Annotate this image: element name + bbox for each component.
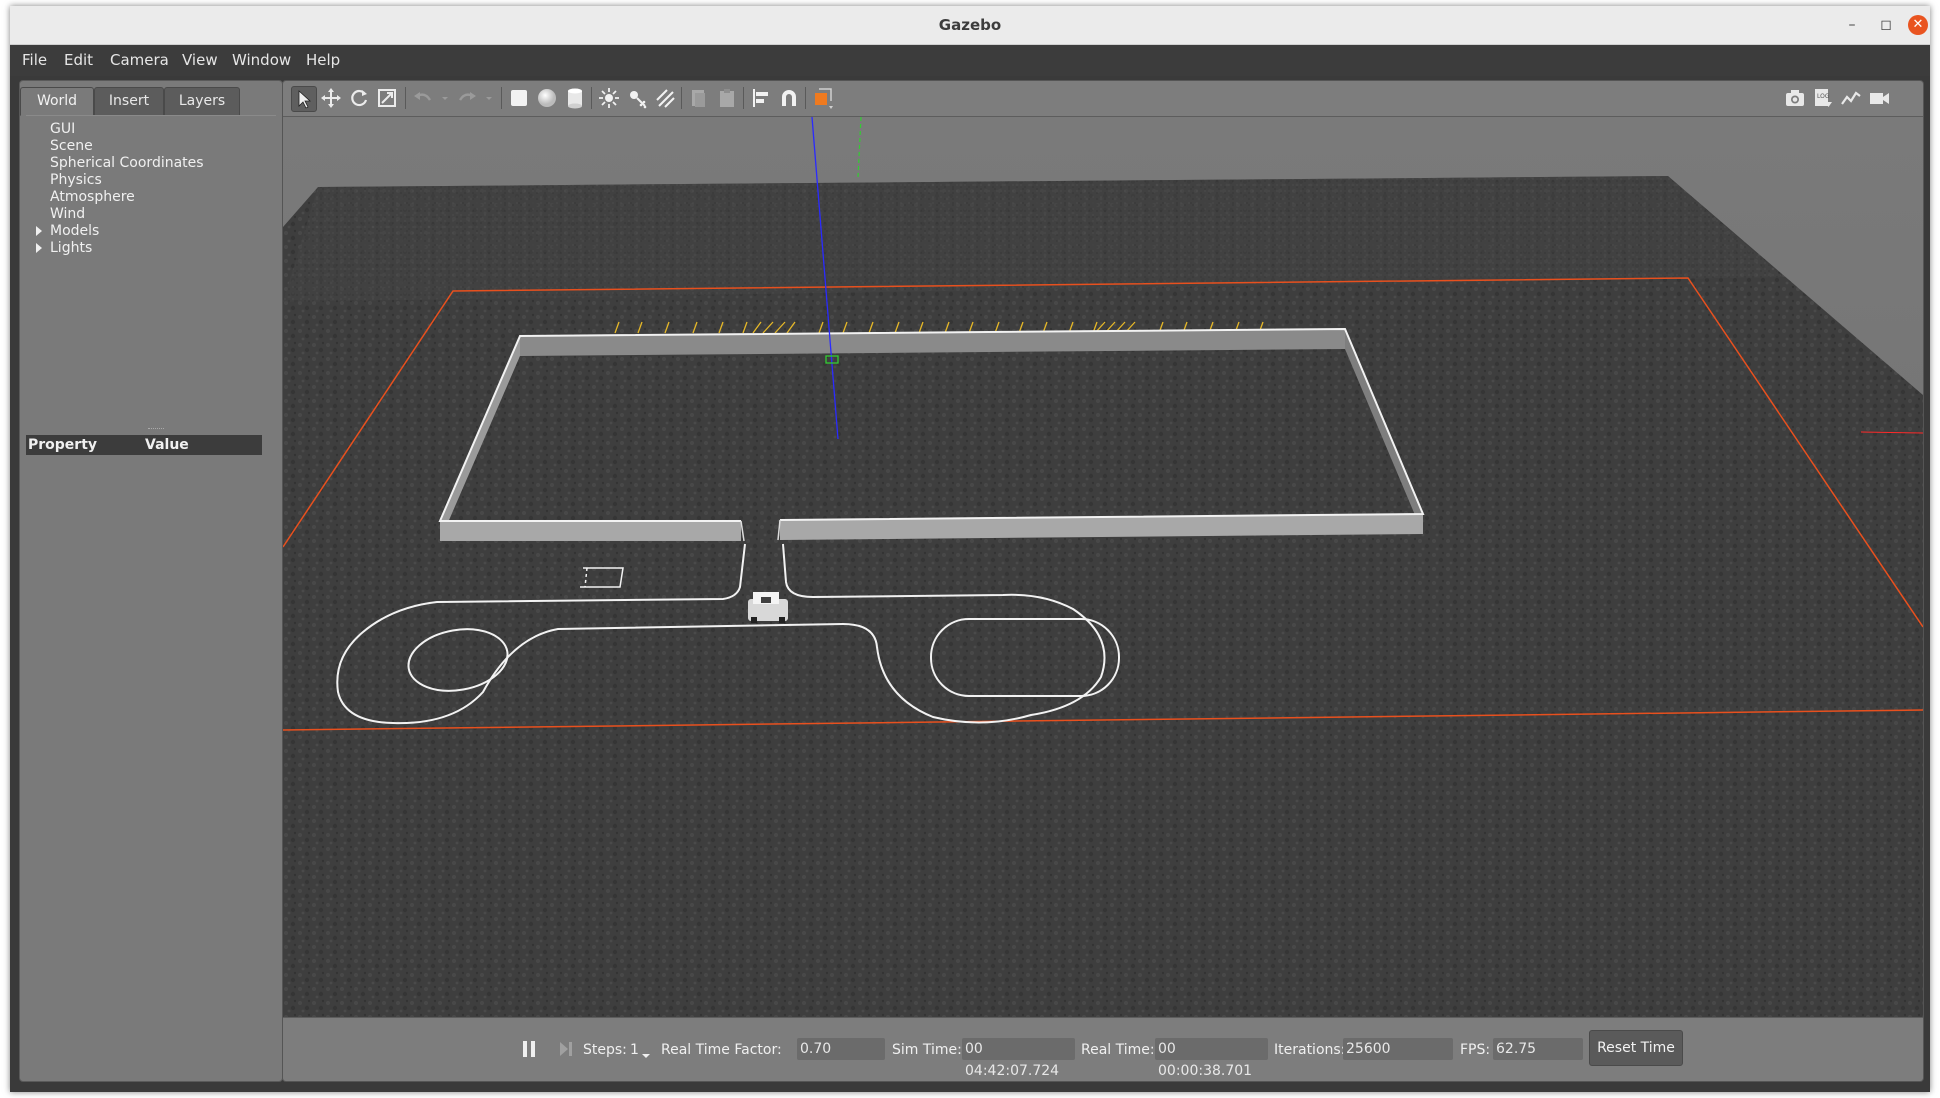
steps-label: Steps: — [583, 1042, 627, 1058]
tab-insert[interactable]: Insert — [94, 87, 164, 116]
tree-item-spherical-coordinates[interactable]: Spherical Coordinates — [50, 155, 204, 172]
ground-plane — [283, 176, 1923, 1017]
gazebo-window: Gazebo – ◻ ✕ File Edit Camera View Windo… — [10, 6, 1930, 1092]
svg-text:LOG: LOG — [1817, 93, 1830, 100]
scene-canvas[interactable] — [283, 116, 1923, 1017]
box-icon[interactable] — [507, 86, 531, 110]
tree-item-wind[interactable]: Wind — [50, 206, 85, 223]
menu-file[interactable]: File — [22, 45, 47, 76]
screenshot-icon[interactable] — [1783, 86, 1807, 110]
sim-time-label: Sim Time: — [892, 1042, 962, 1058]
close-button[interactable]: ✕ — [1908, 15, 1928, 35]
tree-item-models[interactable]: Models — [50, 223, 99, 240]
tree-item-lights[interactable]: Lights — [50, 240, 92, 257]
pause-icon[interactable] — [521, 1039, 537, 1063]
property-table-header: Property Value — [26, 435, 262, 455]
minimize-button[interactable]: – — [1842, 15, 1862, 35]
directional-light-icon[interactable] — [653, 86, 677, 110]
scale-icon[interactable] — [375, 86, 399, 110]
status-bar: Steps: 1 Real Time Factor: 0.70 Sim Time… — [283, 1017, 1923, 1081]
value-column-header: Value — [145, 437, 189, 453]
3d-scene[interactable] — [283, 116, 1923, 1017]
undo-icon[interactable] — [411, 86, 435, 110]
copy-icon[interactable] — [687, 86, 711, 110]
snap-magnet-icon[interactable] — [777, 86, 801, 110]
maximize-button[interactable]: ◻ — [1876, 15, 1896, 35]
iterations-label: Iterations: — [1274, 1042, 1346, 1058]
translate-icon[interactable] — [319, 86, 343, 110]
menu-camera[interactable]: Camera — [110, 45, 169, 76]
splitter-handle[interactable] — [148, 428, 164, 431]
point-light-icon[interactable] — [597, 86, 621, 110]
align-icon[interactable] — [749, 86, 773, 110]
iterations-value: 25600 — [1343, 1038, 1453, 1060]
sim-time-value: 00 04:42:07.724 — [962, 1038, 1075, 1079]
menu-view[interactable]: View — [182, 45, 218, 76]
tree-item-physics[interactable]: Physics — [50, 172, 102, 189]
menu-bar: File Edit Camera View Window Help — [10, 45, 1930, 76]
spot-light-icon[interactable] — [625, 86, 649, 110]
step-icon[interactable] — [558, 1039, 574, 1063]
title-bar: Gazebo – ◻ ✕ — [10, 6, 1930, 45]
rtf-label: Real Time Factor: — [661, 1042, 782, 1058]
select-arrow-icon[interactable] — [291, 86, 317, 112]
tab-layers[interactable]: Layers — [164, 87, 240, 116]
render-viewport[interactable]: LOG Steps: 1 Real Time Factor: 0.70 Sim … — [282, 80, 1924, 1082]
menu-window[interactable]: Window — [232, 45, 291, 76]
record-video-icon[interactable] — [1867, 86, 1891, 110]
plot-icon[interactable] — [1839, 86, 1863, 110]
change-view-icon[interactable] — [811, 86, 835, 110]
tree-item-atmosphere[interactable]: Atmosphere — [50, 189, 135, 206]
cylinder-icon[interactable] — [563, 86, 587, 110]
log-icon[interactable]: LOG — [1811, 86, 1835, 110]
steps-value[interactable]: 1 — [630, 1041, 639, 1059]
tab-world[interactable]: World — [20, 87, 94, 116]
fps-value: 62.75 — [1493, 1038, 1583, 1060]
redo-icon[interactable] — [455, 86, 479, 110]
tree-item-gui[interactable]: GUI — [50, 121, 75, 138]
expand-arrow-icon[interactable] — [36, 226, 42, 236]
rtf-value: 0.70 — [797, 1038, 885, 1060]
reset-time-button[interactable]: Reset Time — [1589, 1030, 1683, 1066]
expand-arrow-icon[interactable] — [36, 243, 42, 253]
menu-edit[interactable]: Edit — [64, 45, 93, 76]
redo-dropdown-icon[interactable] — [477, 86, 492, 110]
window-title: Gazebo — [938, 16, 1002, 34]
left-panel: World Insert Layers GUI Scene Spherical … — [19, 80, 283, 1082]
tree-item-scene[interactable]: Scene — [50, 138, 93, 155]
paste-icon[interactable] — [715, 86, 739, 110]
sphere-icon[interactable] — [535, 86, 559, 110]
toolbar: LOG — [283, 81, 1923, 117]
world-tree: GUI Scene Spherical Coordinates Physics … — [26, 115, 276, 436]
fps-label: FPS: — [1460, 1042, 1491, 1058]
undo-dropdown-icon[interactable] — [433, 86, 448, 110]
menu-help[interactable]: Help — [306, 45, 340, 76]
rotate-icon[interactable] — [347, 86, 371, 110]
steps-dropdown-icon[interactable] — [641, 1048, 651, 1064]
real-time-value: 00 00:00:38.701 — [1155, 1038, 1268, 1079]
property-column-header: Property — [28, 437, 98, 453]
real-time-label: Real Time: — [1081, 1042, 1155, 1058]
